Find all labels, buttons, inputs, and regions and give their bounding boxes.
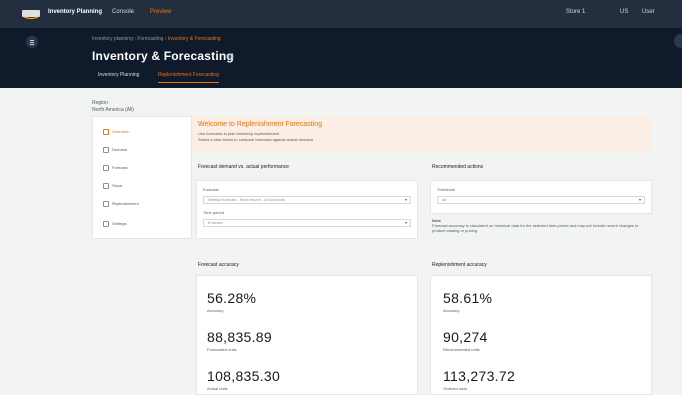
left-panel-title: Forecast demand vs. actual performance	[198, 164, 289, 170]
kpi-left-title: Forecast accuracy	[198, 262, 239, 268]
top-navigation-bar: Inventory Planning Console Preview Store…	[0, 0, 682, 28]
stock-icon	[103, 183, 109, 189]
kpi-label: Accuracy	[207, 308, 224, 313]
side-item-label: Demand	[112, 147, 128, 153]
note-block: Note Forecast accuracy is calculated on …	[432, 218, 650, 233]
tab-replenishment-forecasting[interactable]: Replenishment Forecasting	[158, 72, 219, 83]
page-header: Inventory planning › Forecasting › Inven…	[0, 28, 682, 88]
side-item-label: Settings	[112, 221, 127, 227]
tab-inventory-planning[interactable]: Inventory Planning	[98, 72, 139, 82]
tenant-label: Console	[112, 9, 135, 15]
menu-icon-bar	[30, 44, 34, 45]
forecast-field-label: Forecast	[203, 187, 219, 192]
side-item-label: Overview	[112, 129, 129, 135]
side-item-label: Stock	[112, 183, 123, 189]
note-text: Forecast accuracy is calculated on histo…	[432, 223, 639, 233]
side-item-stock[interactable]: Stock	[103, 183, 122, 189]
promo-description: Use forecasts to plan inventory replenis…	[198, 131, 313, 143]
threshold-label: Threshold	[437, 187, 455, 192]
breadcrumb-item[interactable]: Inventory planning	[92, 36, 133, 42]
logo-icon[interactable]	[22, 9, 40, 19]
menu-icon	[30, 40, 34, 41]
page-title: Inventory & Forecasting	[92, 49, 234, 63]
side-item-label: Replenishment	[112, 201, 139, 207]
side-item-forecast[interactable]: Forecast	[103, 165, 128, 171]
region-label: Region	[92, 100, 108, 106]
kpi-value: 90,274	[443, 329, 488, 345]
threshold-card: Threshold All ▾	[430, 180, 652, 214]
forecast-icon	[103, 165, 109, 171]
menu-icon-bar	[30, 42, 34, 43]
app-name[interactable]: Inventory Planning	[48, 9, 102, 15]
side-item-demand[interactable]: Demand	[103, 147, 127, 153]
info-link[interactable]: Info	[226, 54, 234, 60]
time-period-select-value: 8 weeks	[208, 220, 223, 225]
user-menu[interactable]: User	[642, 9, 655, 15]
kpi-label: Forecasted units	[207, 347, 237, 352]
chevron-down-icon: ▾	[404, 197, 407, 202]
breadcrumb: Inventory planning › Forecasting › Inven…	[92, 36, 221, 42]
region-selector[interactable]: Region North America (All)	[92, 100, 134, 114]
chevron-down-icon: ▾	[404, 220, 407, 225]
breadcrumb-item[interactable]: Forecasting	[137, 36, 163, 42]
kpi-value: 58.61%	[443, 290, 493, 306]
kpi-label: Ordered units	[443, 386, 468, 391]
side-item-replenishment[interactable]: Replenishment	[103, 201, 139, 207]
breadcrumb-current: Inventory & Forecasting	[167, 36, 221, 42]
side-item-overview[interactable]: Overview	[103, 129, 129, 135]
side-navigation: Overview Demand Forecast Stock Replenish…	[92, 116, 192, 239]
time-period-select[interactable]: 8 weeks ▾	[203, 219, 411, 227]
forecast-filter-card: Forecast Weekly forecast - Most recent -…	[196, 180, 418, 239]
kpi-value: 113,273.72	[443, 368, 516, 384]
menu-button[interactable]	[26, 36, 38, 48]
promo-title: Welcome to Replenishment Forecasting	[198, 121, 322, 128]
right-panel-title: Recommended actions	[432, 164, 484, 170]
kpi-right-card: 58.61% Accuracy 90,274 Recommended units…	[430, 275, 652, 395]
replenishment-icon	[103, 201, 109, 207]
kpi-label: Actual units	[207, 386, 228, 391]
region-value: North America (All)	[92, 107, 134, 113]
kpi-value: 108,835.30	[207, 368, 281, 384]
help-button[interactable]	[674, 34, 682, 48]
chevron-down-icon: ▾	[638, 197, 641, 202]
settings-icon	[103, 221, 109, 227]
kpi-label: Recommended units	[443, 347, 480, 352]
kpi-value: 56.28%	[207, 290, 257, 306]
demand-icon	[103, 147, 109, 153]
threshold-select[interactable]: All ▾	[437, 196, 645, 204]
preview-badge: Preview	[150, 9, 172, 15]
kpi-right-title: Replenishment accuracy	[432, 262, 487, 268]
kpi-value: 88,835.89	[207, 329, 272, 345]
account-menu[interactable]: Store 1	[566, 9, 585, 15]
kpi-label: Accuracy	[443, 308, 460, 313]
region-menu[interactable]: US	[620, 9, 628, 15]
promo-line: Select a view below to compare forecasts…	[198, 137, 313, 142]
kpi-left-card: 56.28% Accuracy 88,835.89 Forecasted uni…	[196, 275, 418, 395]
forecast-select-value: Weekly forecast - Most recent - All prod…	[208, 197, 286, 202]
time-period-label: Time period	[203, 210, 224, 215]
overview-icon	[103, 129, 109, 135]
threshold-select-value: All	[442, 197, 447, 202]
forecast-select[interactable]: Weekly forecast - Most recent - All prod…	[203, 196, 411, 204]
side-item-settings[interactable]: Settings	[103, 221, 126, 227]
side-item-label: Forecast	[112, 165, 128, 171]
